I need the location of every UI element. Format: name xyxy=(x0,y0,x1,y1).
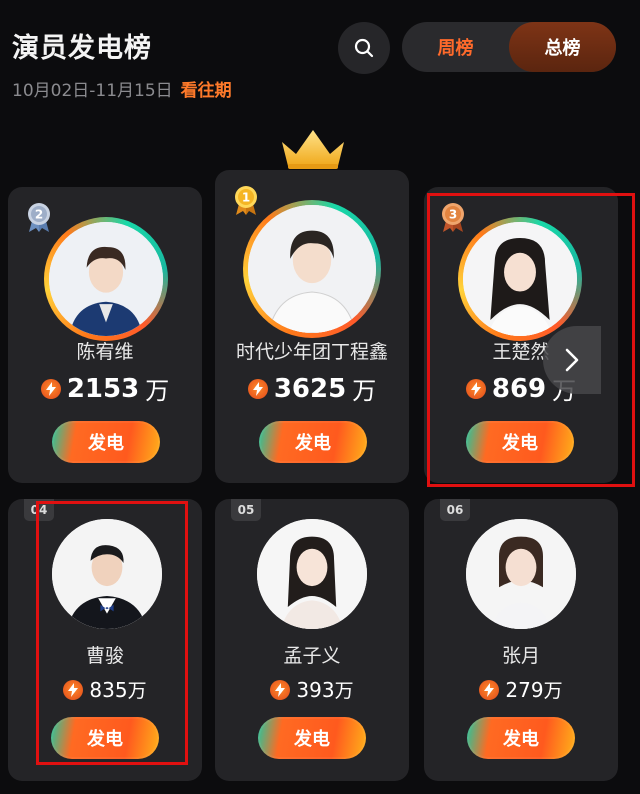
actor-name: 孟子义 xyxy=(283,645,341,667)
power-value: 2153 xyxy=(66,373,140,404)
avatar[interactable] xyxy=(44,217,168,341)
power-score: 279 万 xyxy=(424,676,618,703)
power-unit: 万 xyxy=(352,377,377,405)
actor-name: 曹骏 xyxy=(85,645,124,667)
actor-name: 时代少年团丁程鑫 xyxy=(235,341,388,363)
power-button[interactable]: 发电 xyxy=(259,421,367,463)
power-icon xyxy=(40,378,61,399)
power-icon xyxy=(270,679,291,700)
power-button[interactable]: 发电 xyxy=(52,421,160,463)
rank-card-5[interactable]: 05 孟子义 393 万 发电 xyxy=(215,499,409,781)
avatar-image xyxy=(49,222,163,336)
silver-medal-icon: 2 xyxy=(28,203,50,232)
avatar[interactable] xyxy=(466,519,576,629)
page-title: 演员发电榜 xyxy=(12,33,152,64)
power-score: 2153 万 xyxy=(8,371,202,406)
date-range: 10月02日-11月15日 xyxy=(12,81,173,101)
rank-number: 1 xyxy=(242,191,250,205)
power-button[interactable]: 发电 xyxy=(51,717,159,759)
gold-medal-icon: 1 xyxy=(235,186,257,215)
avatar-image xyxy=(463,222,577,336)
actor-name: 陈宥维 xyxy=(76,341,134,363)
power-unit: 万 xyxy=(543,680,563,702)
search-icon xyxy=(354,38,374,58)
power-unit: 万 xyxy=(145,377,170,405)
avatar[interactable] xyxy=(52,519,162,629)
power-score: 835 万 xyxy=(8,676,202,703)
power-value: 3625 xyxy=(273,373,347,404)
power-value: 869 xyxy=(491,373,547,404)
power-value: 393 xyxy=(296,677,335,702)
avatar[interactable] xyxy=(458,217,582,341)
actor-name: 张月 xyxy=(501,645,540,667)
power-icon xyxy=(63,679,84,700)
ranking-tab-switch: 周榜 总榜 xyxy=(402,22,616,72)
rank-card-2[interactable]: 2 陈宥维 2153 万 发电 xyxy=(8,187,202,483)
power-unit: 万 xyxy=(334,680,354,702)
bronze-medal-icon: 3 xyxy=(442,203,464,232)
search-button[interactable] xyxy=(338,22,390,74)
crown-icon xyxy=(282,130,344,169)
avatar-image xyxy=(466,519,576,629)
power-score: 3625 万 xyxy=(215,371,409,406)
rank-tag: 06 xyxy=(440,499,470,521)
rank-tag: 05 xyxy=(231,499,261,521)
avatar[interactable] xyxy=(257,519,367,629)
power-value: 835 xyxy=(89,677,128,702)
rank-card-1[interactable]: 1 时代少年团丁程鑫 3625 万 发电 xyxy=(215,170,409,483)
date-range-line: 10月02日-11月15日 看往期 xyxy=(12,76,232,101)
rank-tag: 04 xyxy=(24,499,54,521)
tab-weekly[interactable]: 周榜 xyxy=(402,22,509,72)
rank-card-6[interactable]: 06 张月 279 万 发电 xyxy=(424,499,618,781)
power-score: 393 万 xyxy=(215,676,409,703)
power-value: 279 xyxy=(505,677,544,702)
power-icon xyxy=(247,378,268,399)
history-link[interactable]: 看往期 xyxy=(181,81,232,101)
power-button[interactable]: 发电 xyxy=(466,421,574,463)
power-unit: 万 xyxy=(127,680,147,702)
rank-number: 2 xyxy=(35,208,43,222)
rank-number: 3 xyxy=(449,208,457,222)
power-button[interactable]: 发电 xyxy=(467,717,575,759)
power-icon xyxy=(465,378,486,399)
avatar-image xyxy=(257,519,367,629)
avatar-image xyxy=(52,519,162,629)
avatar-image xyxy=(248,205,376,333)
power-button[interactable]: 发电 xyxy=(258,717,366,759)
rank-card-4[interactable]: 04 曹骏 835 万 发电 xyxy=(8,499,202,781)
avatar[interactable] xyxy=(243,200,381,338)
chevron-right-icon xyxy=(565,348,579,372)
tab-total[interactable]: 总榜 xyxy=(509,22,616,72)
power-icon xyxy=(479,679,500,700)
